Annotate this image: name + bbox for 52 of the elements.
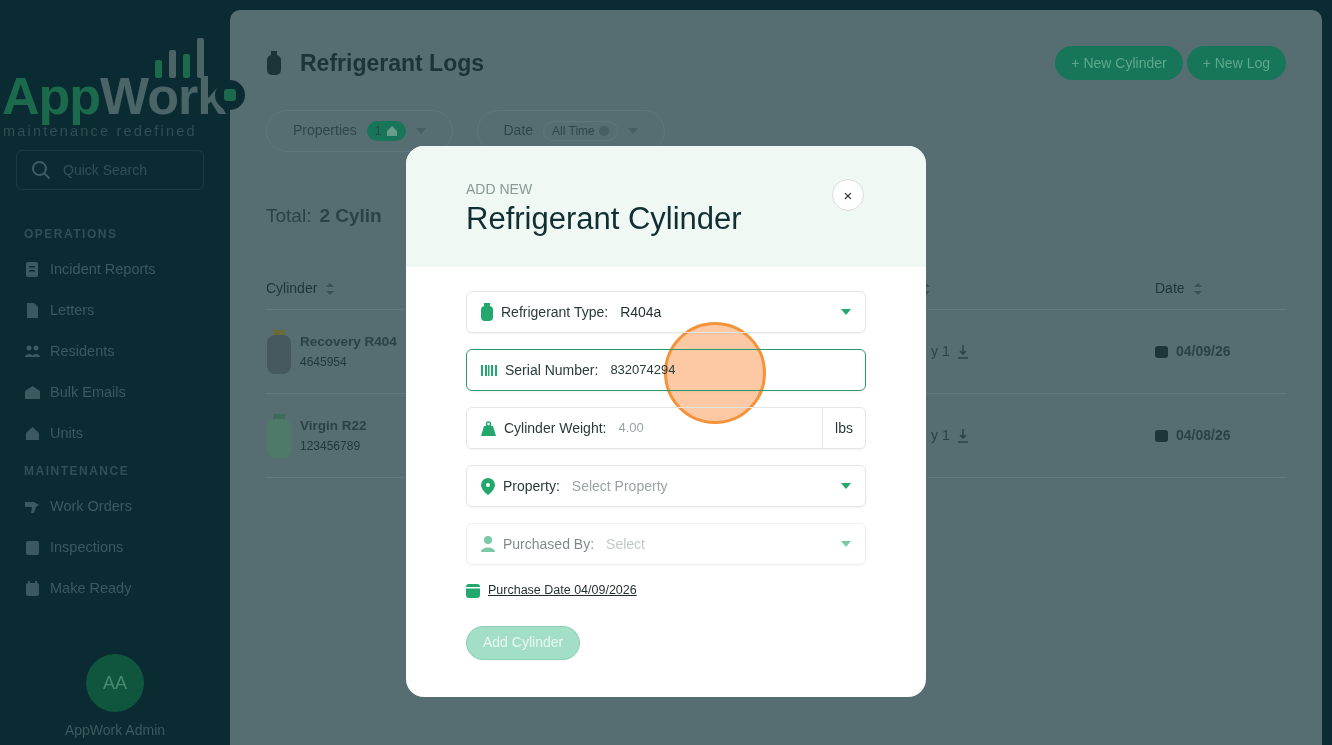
- serial-number: 4645954: [300, 353, 348, 371]
- cylinder-icon: [266, 329, 292, 374]
- field-label: Property:: [503, 476, 560, 496]
- field-placeholder: Select Property: [571, 476, 668, 496]
- file-icon: [24, 302, 41, 319]
- caret-icon: [841, 308, 851, 316]
- user-avatar[interactable]: AA: [86, 654, 144, 712]
- field-label: Purchased By:: [503, 534, 595, 554]
- select-field[interactable]: Refrigerant Type: R404a: [466, 291, 866, 333]
- sort-icon: [325, 281, 336, 296]
- calendar-icon: [1155, 345, 1168, 358]
- caret-icon: [841, 540, 851, 548]
- dialog-title: Refrigerant Cylinder: [466, 202, 742, 237]
- form-field[interactable]: Cylinder Weight: 4.00 lbs: [466, 407, 866, 449]
- unit-label: lbs: [822, 408, 853, 448]
- calendar-icon: [1155, 429, 1168, 442]
- weight-icon: [481, 420, 496, 436]
- people-icon: [24, 343, 41, 360]
- dialog-eyebrow: ADD NEW: [466, 180, 533, 199]
- clipboard-icon: [24, 539, 41, 556]
- logo-bars-icon: [155, 38, 207, 78]
- download-icon: [957, 344, 968, 359]
- purchase-date-link[interactable]: Purchase Date 04/09/2026: [488, 581, 637, 600]
- download-icon: [957, 428, 968, 443]
- action-button[interactable]: + New Log: [1186, 46, 1286, 81]
- barcode-icon: [481, 364, 497, 376]
- select-field[interactable]: Property: Select Property: [466, 465, 866, 507]
- close-button[interactable]: ×: [832, 179, 864, 211]
- cylinder-icon: [266, 413, 292, 458]
- location-pin-icon: [481, 477, 495, 495]
- column-header: Cylinder: [266, 279, 318, 298]
- action-button[interactable]: + New Cylinder: [1055, 46, 1183, 81]
- serial-number: 123456789: [300, 437, 362, 455]
- field-label: Serial Number:: [505, 360, 599, 380]
- column-header: Date: [1155, 279, 1185, 298]
- field-value: R404a: [620, 302, 662, 322]
- field-label: Refrigerant Type:: [501, 302, 609, 322]
- person-icon: [481, 536, 495, 552]
- calendar-icon: [24, 580, 41, 597]
- page-title: Refrigerant Logs: [300, 49, 485, 78]
- cylinder-icon: [266, 51, 282, 76]
- sort-icon: [1192, 281, 1203, 296]
- input-field[interactable]: 4.00: [614, 418, 815, 438]
- search-icon: [31, 160, 51, 180]
- document-icon: [24, 261, 41, 278]
- house-icon: [385, 124, 398, 137]
- calendar-icon: [466, 582, 480, 598]
- house-icon: [24, 425, 41, 442]
- field-label: Cylinder Weight:: [504, 418, 607, 438]
- field-placeholder: Select: [606, 534, 645, 554]
- caret-icon: [841, 482, 851, 490]
- cylinder-icon: [481, 303, 493, 321]
